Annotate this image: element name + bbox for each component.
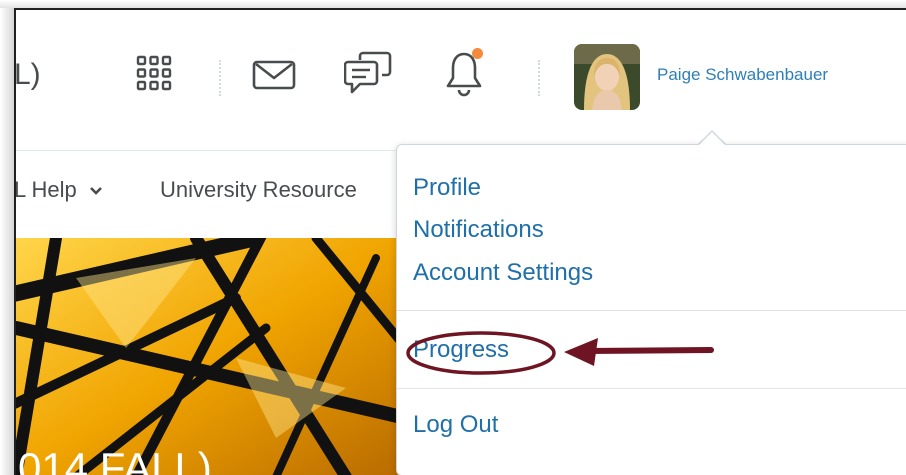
pointer-arrow <box>564 338 714 366</box>
highlight-ellipse <box>406 331 556 375</box>
lms-page: L) Paige Schwabenbauer L Help University… <box>14 8 906 475</box>
annotation-overlay <box>406 331 714 375</box>
top-shadow <box>0 0 906 8</box>
screenshot-frame: L) Paige Schwabenbauer L Help University… <box>0 0 906 475</box>
left-edge-shadow <box>0 8 14 475</box>
